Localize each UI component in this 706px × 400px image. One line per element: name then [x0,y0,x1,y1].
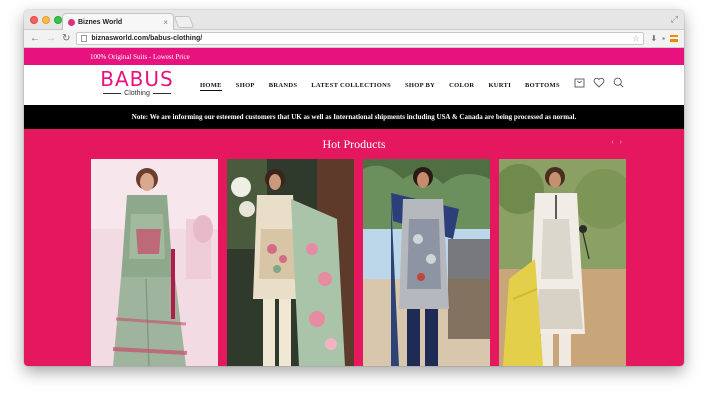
favicon-icon [68,18,75,26]
logo-sub-text: Clothing [124,90,150,97]
product-card[interactable] [363,159,490,366]
main-nav: HOME SHOP BRANDS LATEST COLLECTIONS SHOP… [200,82,560,91]
product-image-grey-printed-lawn-suit [363,159,490,366]
product-image-white-embroidered-suit [499,159,626,366]
cart-icon[interactable] [574,77,585,88]
maximize-window-button[interactable] [54,16,62,24]
nav-shop[interactable]: SHOP [236,82,255,91]
product-carousel [91,159,626,366]
nav-brands[interactable]: BRANDS [269,82,298,91]
window-controls [30,16,62,24]
logo-divider-left [103,93,122,94]
next-arrow-icon[interactable]: › [620,139,622,146]
browser-window: Biznes World × ⤢ ← → ↻ biznasworld.com/b… [24,10,684,366]
logo-main-text: BABUS [100,67,174,91]
tab-title: Biznes World [78,18,123,26]
logo-sub-row: Clothing [92,90,182,97]
product-card[interactable] [227,159,354,366]
nav-color[interactable]: COLOR [449,82,474,91]
nav-latest-collections[interactable]: LATEST COLLECTIONS [311,82,391,91]
shipping-notice: Note: We are informing our esteemed cust… [24,105,684,129]
site-header: BABUS Clothing HOME SHOP BRANDS LATEST C… [24,65,684,105]
url-text: biznasworld.com/babus-clothing/ [91,35,203,42]
product-image-beige-embroidered-lawn-suit [227,159,354,366]
section-title: Hot Products [322,137,386,151]
tab-close-icon[interactable]: × [163,18,168,27]
browser-tab[interactable]: Biznes World × [62,13,174,30]
fullscreen-icon[interactable]: ⤢ [671,14,678,25]
reload-icon[interactable]: ↻ [62,33,70,44]
forward-icon[interactable]: → [46,33,56,44]
prev-arrow-icon[interactable]: ‹ [611,139,613,146]
toolbar-icons: ⬇ ▪ [650,34,678,43]
brand-logo[interactable]: BABUS Clothing [92,68,182,97]
promo-bar: 100% Original Suits - Lowest Price [24,48,684,65]
nav-home[interactable]: HOME [200,82,222,91]
browser-toolbar: ← → ↻ biznasworld.com/babus-clothing/ ☆ … [24,30,684,48]
bookmark-star-icon[interactable]: ☆ [632,34,639,43]
back-icon[interactable]: ← [30,33,40,44]
product-image-green-sharara-suit [91,159,218,366]
product-card[interactable] [499,159,626,366]
extension-icon-2[interactable]: ▪ [662,34,665,43]
minimize-window-button[interactable] [42,16,50,24]
heart-icon[interactable] [593,77,605,88]
search-icon[interactable] [613,77,624,88]
page-icon [81,35,88,42]
nav-shop-by[interactable]: SHOP BY [405,82,435,91]
website: 100% Original Suits - Lowest Price BABUS… [24,48,684,366]
notice-text: Note: We are informing our esteemed cust… [131,113,577,121]
nav-bottoms[interactable]: BOTTOMS [525,82,560,91]
promo-text: 100% Original Suits - Lowest Price [90,52,190,61]
tab-strip: Biznes World × ⤢ [24,10,684,30]
header-icons [574,77,624,88]
logo-divider-right [152,93,171,94]
chrome-menu-icon[interactable] [670,35,678,42]
extension-icon[interactable]: ⬇ [650,34,657,43]
close-window-button[interactable] [30,16,38,24]
nav-kurti[interactable]: KURTI [488,82,511,91]
carousel-arrows: ‹ › [611,139,622,146]
product-card[interactable] [91,159,218,366]
address-bar[interactable]: biznasworld.com/babus-clothing/ ☆ [76,32,645,45]
new-tab-button[interactable] [173,16,195,28]
